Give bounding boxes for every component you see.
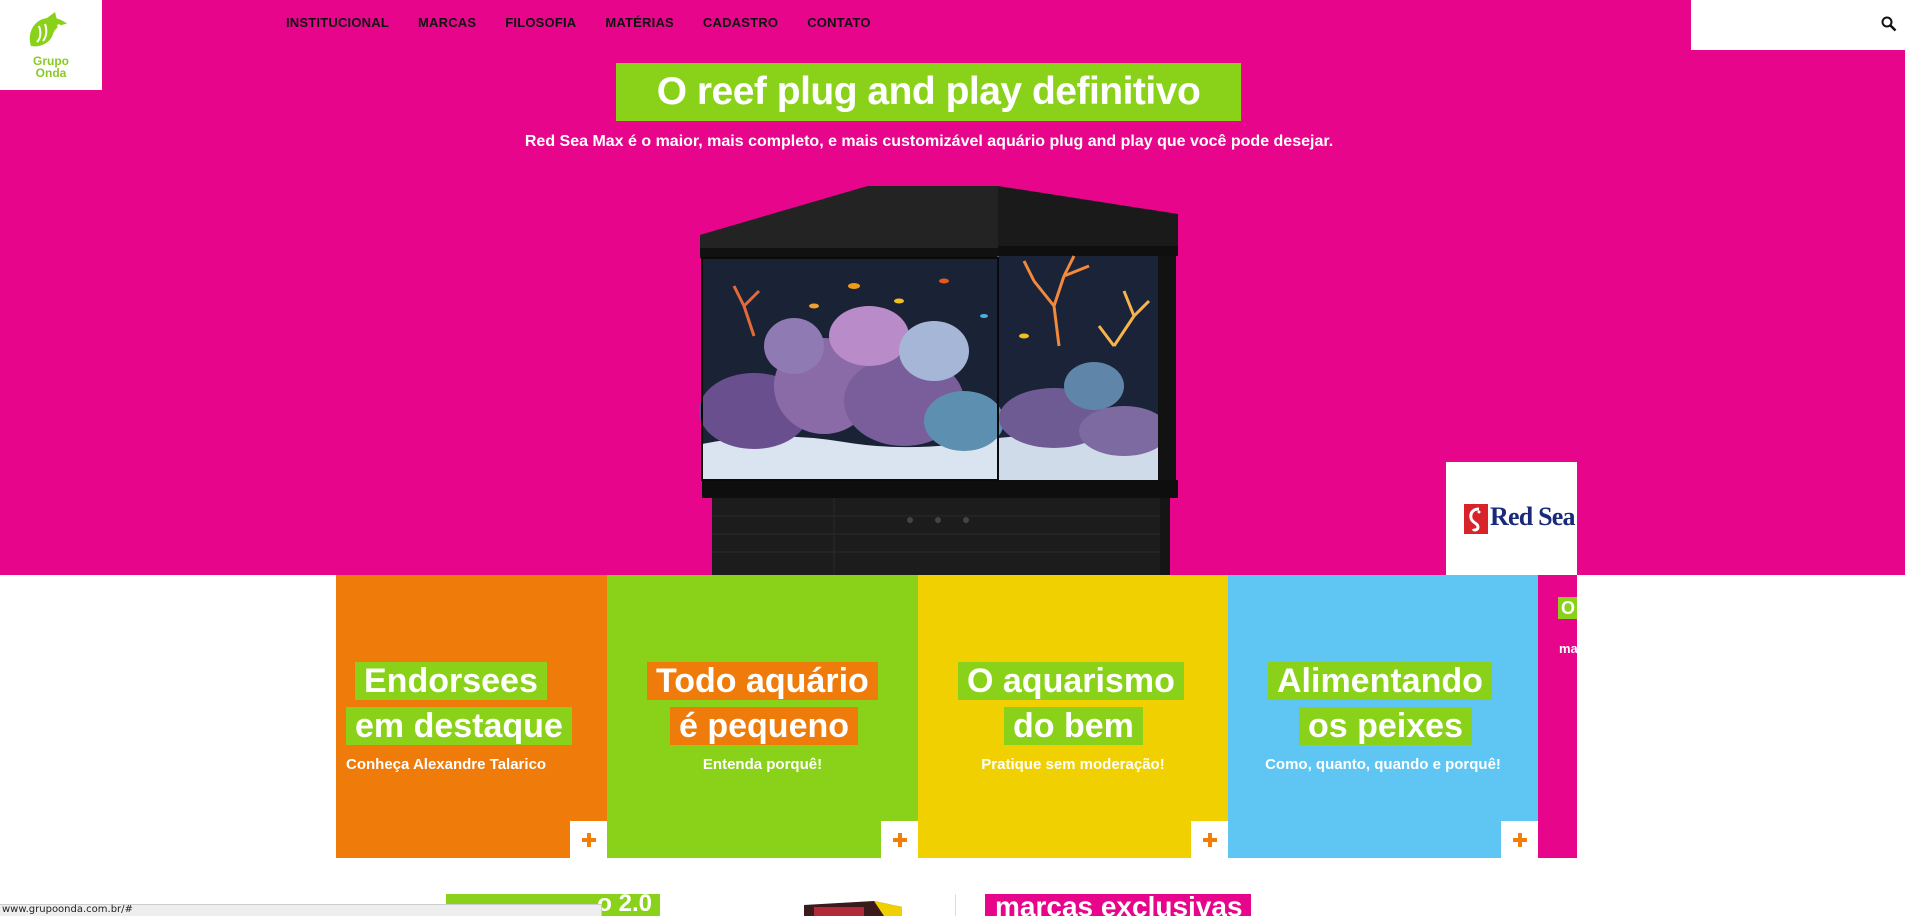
bottom-left-heading-text: o 2.0 (597, 894, 652, 916)
bottom-right-heading-text: marcas exclusivas (995, 894, 1243, 916)
product-thumbnail[interactable] (804, 901, 902, 916)
feature-tile-aquarismo-do-bem[interactable]: O aquarismo do bem Pratique sem moderaçã… (918, 575, 1228, 858)
site-logo[interactable]: Grupo Onda (0, 0, 102, 90)
fish-logo-icon (29, 12, 67, 47)
nav-item-cadastro[interactable]: CADASTRO (703, 15, 778, 31)
tile-title-line-1: Endorsees (355, 662, 547, 700)
page: O reef plug and play definitivo Red Sea … (0, 0, 1905, 916)
tile-subtitle: Como, quanto, quando e porquê! (1265, 756, 1501, 773)
hero-headline: O reef plug and play definitivo (656, 70, 1201, 113)
logo-wordmark: Grupo Onda (0, 55, 102, 79)
status-url: www.grupoonda.com.br/# (2, 904, 133, 915)
tile-subtitle: Pratique sem moderação! (981, 756, 1165, 773)
tile-subtitle: ma (1559, 641, 1577, 656)
tile-title-line-2: os peixes (1299, 707, 1472, 745)
tile-title-line-1: O (1558, 597, 1577, 619)
tile-title-line-1: O aquarismo (958, 662, 1184, 700)
browser-status-bar: www.grupoonda.com.br/# (0, 904, 602, 916)
seahorse-logo-icon (1464, 504, 1488, 534)
nav-item-materias[interactable]: MATÉRIAS (605, 15, 674, 31)
feature-tile-endorsees[interactable]: Endorsees em destaque Conheça Alexandre … (336, 575, 607, 858)
hero-banner[interactable]: O reef plug and play definitivo Red Sea … (0, 0, 1905, 575)
nav-item-marcas[interactable]: MARCAS (418, 15, 476, 31)
bottom-divider (955, 894, 956, 916)
aquarium-product-image[interactable] (694, 186, 1184, 575)
hero-subline: Red Sea Max é o maior, mais completo, e … (524, 133, 1334, 150)
plus-icon[interactable] (1191, 821, 1228, 858)
nav-item-institucional[interactable]: INSTITUCIONAL (286, 15, 389, 31)
tile-title-line-1: Todo aquário (647, 662, 878, 700)
red-sea-brand-name: Red Sea (1490, 502, 1575, 531)
red-sea-brand-badge[interactable]: Red Sea (1446, 462, 1577, 575)
plus-icon[interactable] (881, 821, 918, 858)
tile-title-line-2: em destaque (346, 707, 572, 745)
search-box[interactable] (1691, 0, 1905, 50)
feature-tile-alimentando[interactable]: Alimentando os peixes Como, quanto, quan… (1228, 575, 1538, 858)
tile-subtitle: Entenda porquê! (702, 756, 823, 773)
logo-line-2: Onda (35, 66, 67, 80)
feature-tile-next[interactable]: O ma (1538, 575, 1577, 858)
plus-icon[interactable] (570, 821, 607, 858)
search-input[interactable] (1701, 12, 1871, 38)
nav-item-contato[interactable]: CONTATO (807, 15, 871, 31)
main-nav: INSTITUCIONAL MARCAS FILOSOFIA MATÉRIAS … (286, 15, 871, 31)
plus-icon[interactable] (1501, 821, 1538, 858)
bottom-right-heading[interactable]: marcas exclusivas (985, 894, 1251, 916)
nav-item-filosofia[interactable]: FILOSOFIA (505, 15, 576, 31)
tile-title-line-2: é pequeno (670, 707, 859, 745)
search-icon[interactable] (1881, 16, 1897, 32)
tile-title-line-1: Alimentando (1268, 662, 1492, 700)
tile-title-line-2: do bem (1004, 707, 1143, 745)
tile-subtitle: Conheça Alexandre Talarico (346, 756, 547, 773)
hero-headline-box: O reef plug and play definitivo (616, 63, 1241, 121)
feature-tile-todo-aquario[interactable]: Todo aquário é pequeno Entenda porquê! (607, 575, 918, 858)
